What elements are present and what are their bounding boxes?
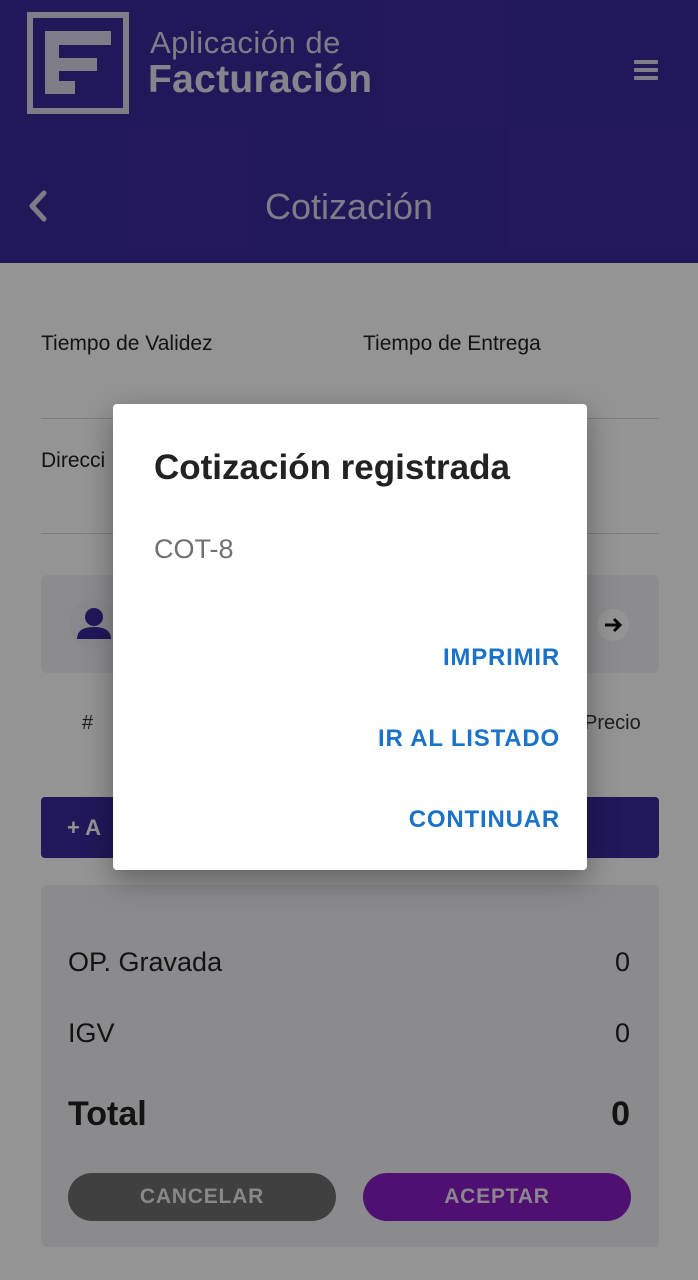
print-button[interactable]: IMPRIMIR bbox=[443, 644, 560, 672]
continue-button[interactable]: CONTINUAR bbox=[409, 806, 560, 834]
quote-registered-dialog: Cotización registrada COT-8 IMPRIMIR IR … bbox=[113, 404, 587, 870]
dialog-title: Cotización registrada bbox=[154, 448, 510, 487]
dialog-message: COT-8 bbox=[154, 534, 234, 564]
go-to-list-button[interactable]: IR AL LISTADO bbox=[378, 725, 560, 753]
